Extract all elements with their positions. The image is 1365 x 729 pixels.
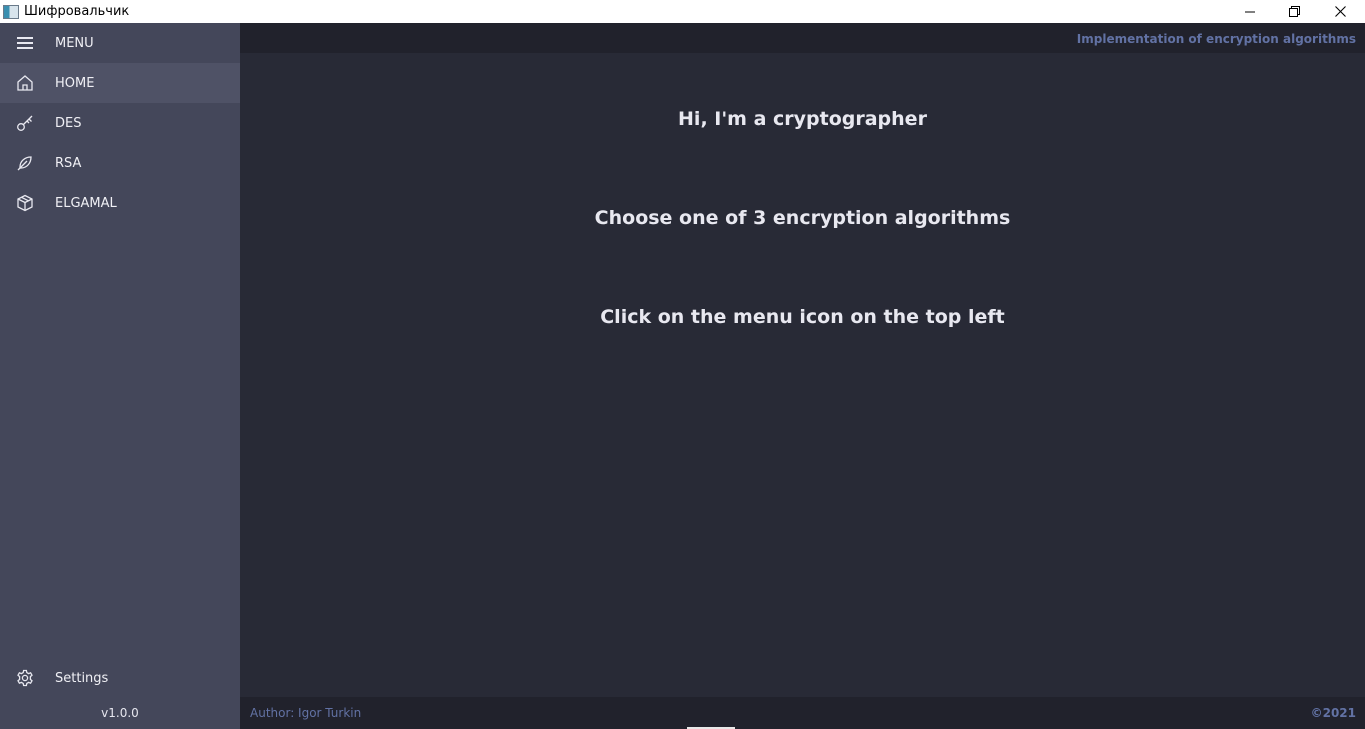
app-window-icon [3,4,19,19]
sidebar-item-rsa[interactable]: RSA [0,143,240,183]
settings-label: Settings [55,670,109,686]
author-label: Author: Igor Turkin [250,706,362,720]
minimize-button[interactable] [1227,0,1272,23]
cube-icon [15,193,35,213]
version-label: v1.0.0 [101,706,139,720]
greeting-text: Hi, I'm a cryptographer [678,108,927,130]
sidebar-item-elgamal[interactable]: ELGAMAL [0,183,240,223]
window-title: Шифровальчик [24,4,130,19]
gear-icon [15,668,35,688]
sidebar-item-home[interactable]: HOME [0,63,240,103]
restore-icon [1289,6,1300,17]
hamburger-icon [15,33,35,53]
key-icon [15,113,35,133]
close-button[interactable] [1318,0,1363,23]
sidebar: MENU HOME DES RSA ELGAMAL Settings v1.0.… [0,23,240,729]
restore-button[interactable] [1272,0,1317,23]
sidebar-item-label: ELGAMAL [55,195,117,211]
header-subtitle: Implementation of encryption algorithms [1076,32,1356,46]
sidebar-item-label: DES [55,115,82,131]
settings-button[interactable]: Settings [0,658,240,698]
home-icon [15,73,35,93]
instruction-text: Choose one of 3 encryption algorithms [594,207,1011,229]
menu-toggle-button[interactable]: MENU [0,23,240,63]
menu-toggle-label: MENU [55,35,94,51]
close-icon [1335,6,1346,17]
hint-text: Click on the menu icon on the top left [600,306,1005,328]
header-bar: Implementation of encryption algorithms [240,23,1365,53]
copyright-label: ©2021 [1310,706,1356,720]
window-titlebar: Шифровальчик [0,0,1365,23]
main-content: Hi, I'm a cryptographer Choose one of 3 … [240,53,1365,697]
sidebar-item-label: HOME [55,75,95,91]
footer-bar: Author: Igor Turkin ©2021 [240,697,1365,729]
minimize-icon [1244,11,1255,12]
sidebar-item-des[interactable]: DES [0,103,240,143]
sidebar-item-label: RSA [55,155,82,171]
feather-icon [15,153,35,173]
